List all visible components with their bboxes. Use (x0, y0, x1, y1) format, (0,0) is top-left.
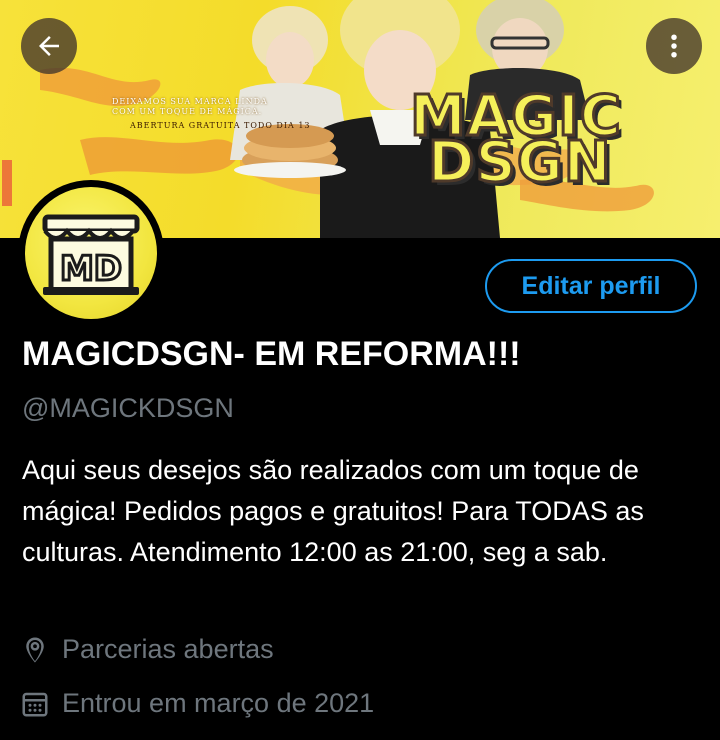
location-text: Parcerias abertas (62, 634, 274, 664)
calendar-icon (20, 689, 50, 719)
avatar-initials: MD (60, 249, 122, 289)
more-vertical-icon (671, 34, 677, 58)
joined-text: Entrou em março de 2021 (62, 688, 375, 718)
banner-tagline-1: DEIXAMOS SUA MARCA LINDA (112, 97, 268, 106)
profile-joined: Entrou em março de 2021 (20, 688, 374, 719)
banner-tagline-3: ABERTURA GRATUITA TODO DIA 13 (130, 121, 311, 130)
arrow-left-icon (39, 36, 59, 56)
display-name: MAGICDSGN- EM REFORMA!!! (22, 335, 521, 373)
banner-tagline-2: COM UM TOQUE DE MÁGICA. (112, 107, 263, 116)
edit-profile-button[interactable]: Editar perfil (485, 259, 697, 313)
back-button[interactable] (21, 18, 77, 74)
profile-bio: Aqui seus desejos são realizados com um … (22, 455, 644, 567)
store-logo-icon: MD (42, 214, 140, 295)
location-pin-icon (20, 635, 50, 665)
profile-location: Parcerias abertas (20, 634, 274, 665)
profile-handle: @MAGICKDSGN (22, 393, 234, 423)
banner-logo-line-2: DSGN (427, 129, 613, 197)
more-options-button[interactable] (646, 18, 702, 74)
avatar[interactable]: MD (25, 187, 157, 319)
